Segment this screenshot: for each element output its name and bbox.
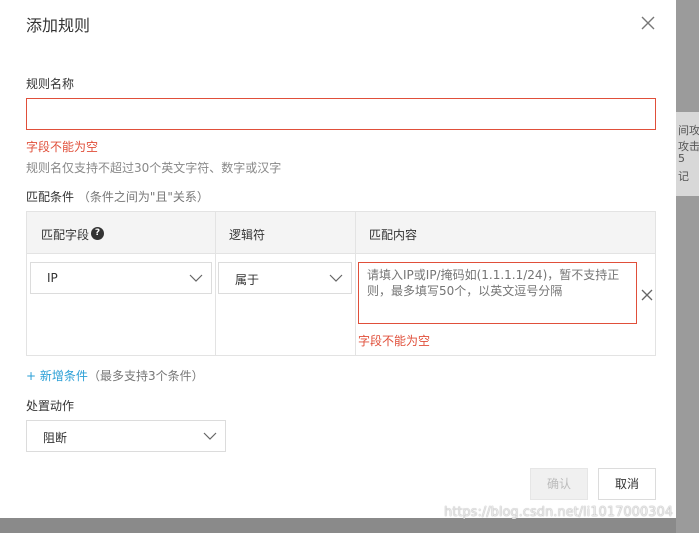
close-icon[interactable] [639, 14, 657, 32]
operator-value: 属于 [235, 273, 260, 287]
rule-name-label: 规则名称 [26, 77, 75, 91]
add-rule-dialog: 添加规则 规则名称 字段不能为空 规则名仅支持不超过30个英文字符、数字或汉字 … [0, 0, 676, 518]
rule-name-error: 字段不能为空 [26, 140, 99, 154]
chevron-down-icon [329, 274, 343, 282]
action-select[interactable]: 阻断 [26, 420, 226, 452]
conditions-title: 匹配条件 [26, 190, 75, 204]
conditions-label: 匹配条件 （条件之间为"且"关系） [26, 188, 209, 205]
cancel-button[interactable]: 取消 [598, 468, 656, 500]
chevron-down-icon [203, 432, 217, 440]
background-text: 5 [678, 152, 685, 165]
column-divider [355, 212, 356, 355]
operator-select[interactable]: 属于 [218, 262, 352, 294]
dialog-title: 添加规则 [26, 16, 91, 35]
column-divider [215, 212, 216, 355]
match-field-select[interactable]: IP [30, 262, 212, 294]
match-content-error: 字段不能为空 [358, 334, 431, 348]
match-content-textarea[interactable] [358, 262, 637, 324]
header-match-field: 匹配字段 [41, 228, 90, 242]
watermark: https://blog.csdn.net/li1017000304 [444, 505, 673, 520]
background-overlay [676, 0, 699, 533]
background-text: 记 [678, 170, 689, 183]
rule-name-input[interactable] [26, 98, 656, 130]
background-card: 间攻 攻击 5 记 [676, 112, 699, 196]
chevron-down-icon [189, 274, 203, 282]
conditions-table-header: 匹配字段 ? 逻辑符 匹配内容 [27, 212, 655, 254]
question-icon[interactable]: ? [91, 227, 104, 240]
remove-condition-icon[interactable] [640, 288, 654, 302]
action-label: 处置动作 [26, 399, 75, 413]
match-field-value: IP [47, 271, 58, 285]
rule-name-help: 规则名仅支持不超过30个英文字符、数字或汉字 [26, 161, 282, 175]
header-operator: 逻辑符 [229, 228, 266, 242]
action-value: 阻断 [43, 431, 68, 445]
add-condition-link[interactable]: + 新增条件 [26, 367, 88, 384]
header-match-content: 匹配内容 [369, 228, 418, 242]
add-condition-hint: （最多支持3个条件） [88, 369, 204, 383]
conditions-note: （条件之间为"且"关系） [77, 190, 209, 204]
background-text: 间攻 [678, 124, 699, 137]
confirm-button[interactable]: 确认 [530, 468, 588, 500]
